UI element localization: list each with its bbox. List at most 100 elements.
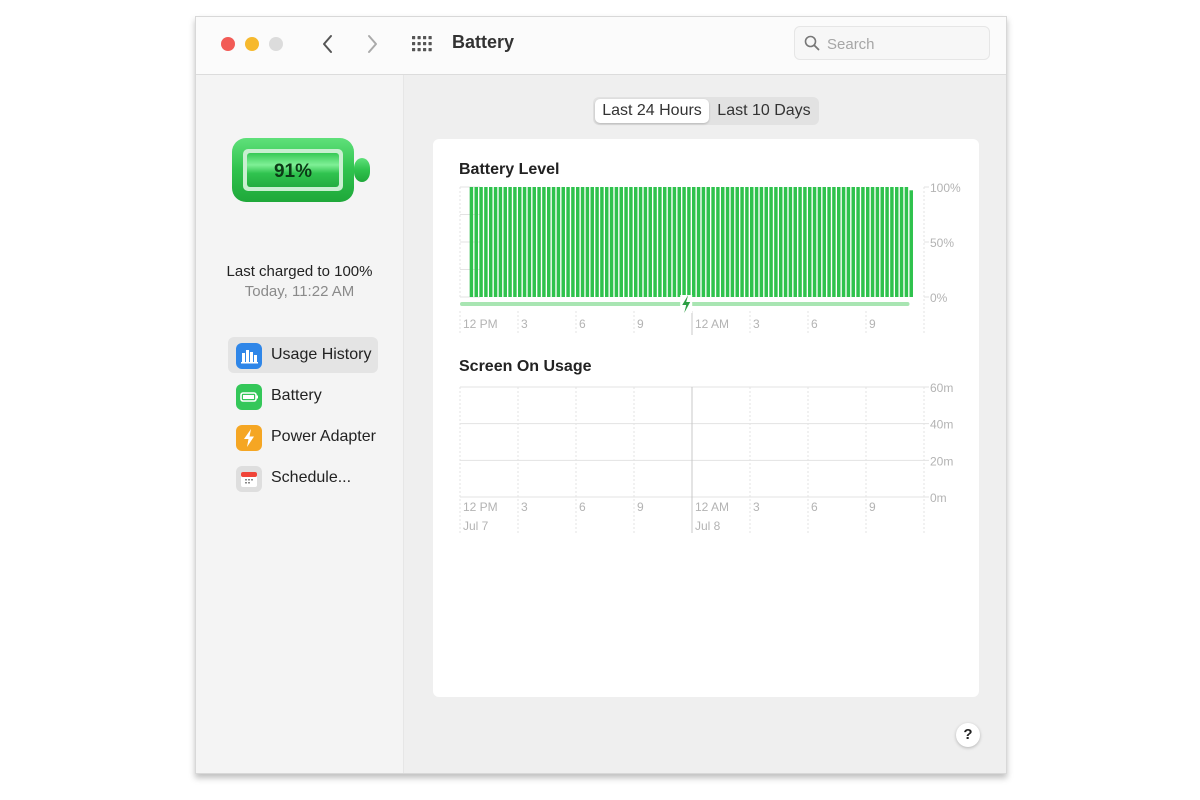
battery-bar [629,187,633,297]
battery-bar [841,187,846,297]
battery-bar [489,187,493,297]
sidebar: 91% Last charged to 100% Today, 11:22 AM… [196,75,404,773]
usage-history-card: Battery Level 12 PM 3 6 9 12 AM 3 6 9 100% 50% 0% … [433,139,979,697]
battery-bar [561,187,565,297]
sidebar-item-usage-history[interactable]: Usage History [228,337,378,373]
battery-bar [498,187,503,297]
search-input[interactable] [825,32,984,56]
battery-bar [479,187,483,297]
battery-bar [508,187,512,297]
battery-bar [692,187,696,297]
sidebar-item-label: Power Adapter [271,428,376,445]
battery-bar [774,187,778,297]
y-tick-label: 40m [930,418,953,432]
grid-icon [412,36,432,52]
sidebar-item-battery[interactable]: Battery [228,378,378,414]
search-icon [804,35,820,51]
battery-preferences-window: Battery 91% Last charged to 100% Today, … [195,16,1007,774]
battery-bar [609,187,614,297]
battery-bar [682,187,686,297]
back-button[interactable] [316,31,340,57]
x-tick-label: 6 [579,500,586,514]
battery-bar [701,187,706,297]
battery-bar [808,187,812,297]
battery-bar [740,187,744,297]
x-tick-label: 3 [753,500,760,514]
battery-bar [706,187,710,297]
battery-bar [672,187,677,297]
x-tick-label: 9 [869,317,876,331]
battery-bar [677,187,681,297]
search-field[interactable] [794,26,990,60]
show-all-button[interactable] [410,33,434,55]
x-tick-label: 6 [811,317,818,331]
battery-bar [735,187,739,297]
battery-bar [474,187,478,297]
zoom-window-button[interactable] [269,37,283,51]
last-charged-time: Today, 11:22 AM [244,283,355,300]
battery-bar [576,187,580,297]
battery-bar [725,187,730,297]
segment-last-24-hours[interactable]: Last 24 Hours [595,99,709,123]
battery-bar [503,187,507,297]
battery-bar [696,187,701,297]
segment-last-10-days[interactable]: Last 10 Days [711,99,817,123]
x-tick-label: 9 [637,317,644,331]
battery-bar [866,187,870,297]
battery-bar [769,187,773,297]
battery-bar [648,187,652,297]
battery-bar [856,187,860,297]
lightning-icon [236,425,262,451]
battery-bar [600,187,604,297]
y-tick-label: 20m [930,454,953,468]
battery-level-chart: 12 PM 3 6 9 12 AM 3 6 9 100% 50% 0% [459,183,961,335]
battery-bar [817,187,822,297]
battery-bar [870,187,875,297]
battery-bar [605,187,609,297]
battery-bar [590,187,594,297]
battery-bar [542,187,546,297]
x-tick-label: 12 AM [695,317,729,331]
x-tick-label: 6 [811,500,818,514]
battery-bar [643,187,648,297]
date-label: Jul 7 [463,519,489,533]
sidebar-item-power-adapter[interactable]: Power Adapter [228,419,378,455]
battery-bar [634,187,638,297]
battery-bar [469,187,474,297]
battery-bar [846,187,851,297]
x-tick-label: 6 [579,317,586,331]
y-tick-label: 50% [930,236,954,250]
battery-bar [711,187,715,297]
x-tick-label: 3 [521,317,528,331]
y-tick-label: 100% [930,183,961,195]
battery-bar [750,187,754,297]
forward-button[interactable] [360,31,384,57]
x-tick-label: 3 [753,317,760,331]
battery-bar [812,187,817,297]
battery-bar [585,187,590,297]
help-button[interactable]: ? [956,723,980,747]
battery-bar [667,187,672,297]
battery-bar [779,187,783,297]
battery-bar [837,187,841,297]
battery-bar [571,187,575,297]
battery-bar [556,187,561,297]
battery-bar [788,187,793,297]
battery-bar [653,187,657,297]
battery-bar [880,187,884,297]
battery-bar [822,187,826,297]
title-bar: Battery [196,17,1006,75]
screen-on-usage-chart: 60m 40m 20m 0m 12 PM 3 6 9 12 AM 3 6 9 Jul 7 Jul 8 [459,381,953,533]
close-window-button[interactable] [221,37,235,51]
battery-bar [566,187,570,297]
minimize-window-button[interactable] [245,37,259,51]
battery-bar [759,187,764,297]
battery-bar [527,187,532,297]
battery-bar [624,187,628,297]
battery-bar [638,187,643,297]
battery-bar [547,187,551,297]
battery-bar [663,187,667,297]
battery-bar [513,187,517,297]
battery-bar [537,187,541,297]
sidebar-item-schedule[interactable]: Schedule... [228,460,378,496]
